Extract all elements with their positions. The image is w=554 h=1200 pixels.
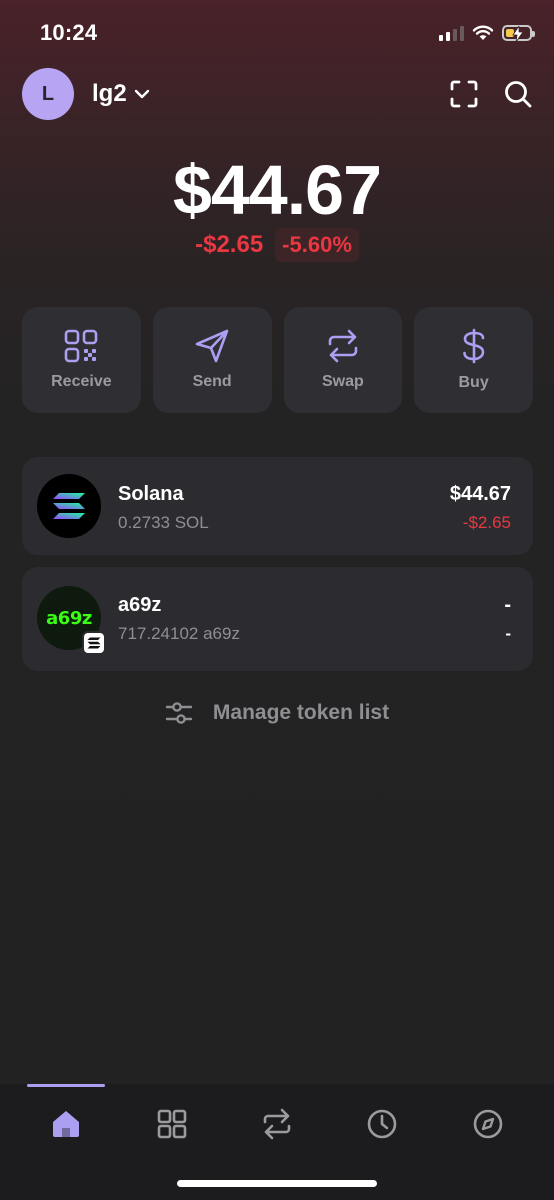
token-row-solana[interactable]: Solana 0.2733 SOL $44.67 -$2.65 <box>22 457 533 555</box>
tab-collectibles[interactable] <box>152 1104 192 1144</box>
tab-swap[interactable] <box>257 1104 297 1144</box>
manage-token-list-label: Manage token list <box>212 701 390 724</box>
swap-button[interactable]: Swap <box>283 307 403 413</box>
active-tab-indicator <box>27 1084 105 1087</box>
wifi-icon <box>472 25 494 40</box>
send-label: Send <box>192 373 232 390</box>
status-time: 10:24 <box>40 20 98 45</box>
solana-logo-icon <box>37 474 101 538</box>
send-button[interactable]: Send <box>152 307 272 413</box>
token-name: a69z <box>118 594 162 616</box>
swap-icon <box>263 1108 291 1140</box>
receive-button[interactable]: Receive <box>22 307 141 413</box>
tab-home[interactable] <box>46 1104 86 1144</box>
receive-label: Receive <box>51 373 112 390</box>
swap-arrows-icon <box>328 329 358 363</box>
qr-code-icon <box>65 329 98 363</box>
scan-icon <box>450 80 478 108</box>
total-balance: $44.67 <box>172 151 382 229</box>
account-switcher[interactable]: lg2 <box>92 80 151 108</box>
home-indicator[interactable] <box>177 1180 377 1187</box>
account-avatar[interactable]: L <box>22 68 74 120</box>
grid-icon <box>157 1109 187 1139</box>
account-name: lg2 <box>92 80 127 107</box>
compass-icon <box>473 1109 503 1139</box>
action-buttons: Receive Send Swap Buy <box>22 307 533 413</box>
sliders-icon <box>165 702 193 724</box>
scan-button[interactable] <box>446 76 482 112</box>
token-name: Solana <box>118 483 184 505</box>
token-amount: 0.2733 SOL <box>118 513 209 532</box>
home-icon <box>53 1111 79 1137</box>
swap-label: Swap <box>321 373 364 390</box>
search-button[interactable] <box>500 76 536 112</box>
balance-change-amount: -$2.65 <box>195 231 264 258</box>
token-change: - <box>505 624 511 643</box>
tab-explore[interactable] <box>468 1104 508 1144</box>
status-bar: 10:24 <box>0 0 554 66</box>
token-change: -$2.65 <box>462 513 511 532</box>
search-icon <box>505 81 532 108</box>
token-amount: 717.24102 a69z <box>118 624 240 643</box>
signal-icon <box>439 25 464 41</box>
wallet-home-screen: 10:24 L lg2 $44.67 -$2.65 -5.60% Receive… <box>0 0 554 1200</box>
status-icons <box>439 21 535 45</box>
token-value: - <box>504 594 511 616</box>
buy-button[interactable]: Buy <box>414 307 533 413</box>
balance-change-percent: -5.60% <box>275 228 359 262</box>
manage-token-list-button[interactable]: Manage token list <box>0 700 554 726</box>
chevron-down-icon <box>134 89 149 99</box>
a69z-logo-text: a69z <box>46 607 92 629</box>
buy-label: Buy <box>458 374 489 391</box>
token-row-a69z[interactable]: a69z a69z 717.24102 a69z - - <box>22 567 533 671</box>
token-value: $44.67 <box>449 483 511 505</box>
tab-activity[interactable] <box>362 1104 402 1144</box>
paper-plane-icon <box>195 329 229 363</box>
dollar-icon <box>462 328 484 364</box>
battery-icon <box>502 25 535 42</box>
solana-chain-badge-icon <box>82 631 106 655</box>
balance-change: -$2.65 -5.60% <box>0 228 554 262</box>
clock-icon <box>367 1109 397 1139</box>
